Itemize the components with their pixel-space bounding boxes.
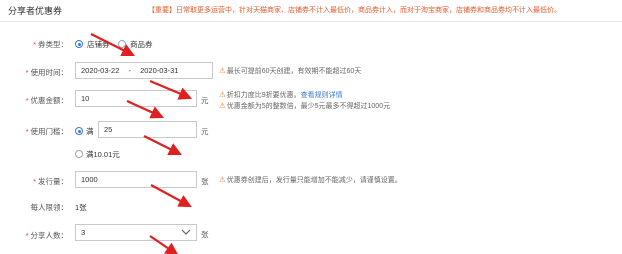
arrow-discount [126,99,165,119]
arrow-sharers [149,235,179,254]
arrow-issue-qty [150,184,192,208]
annotation-arrows [90,33,193,254]
arrow-coupon-type [90,33,135,56]
arrow-use-time [149,79,193,100]
arrow-threshold [143,135,182,155]
